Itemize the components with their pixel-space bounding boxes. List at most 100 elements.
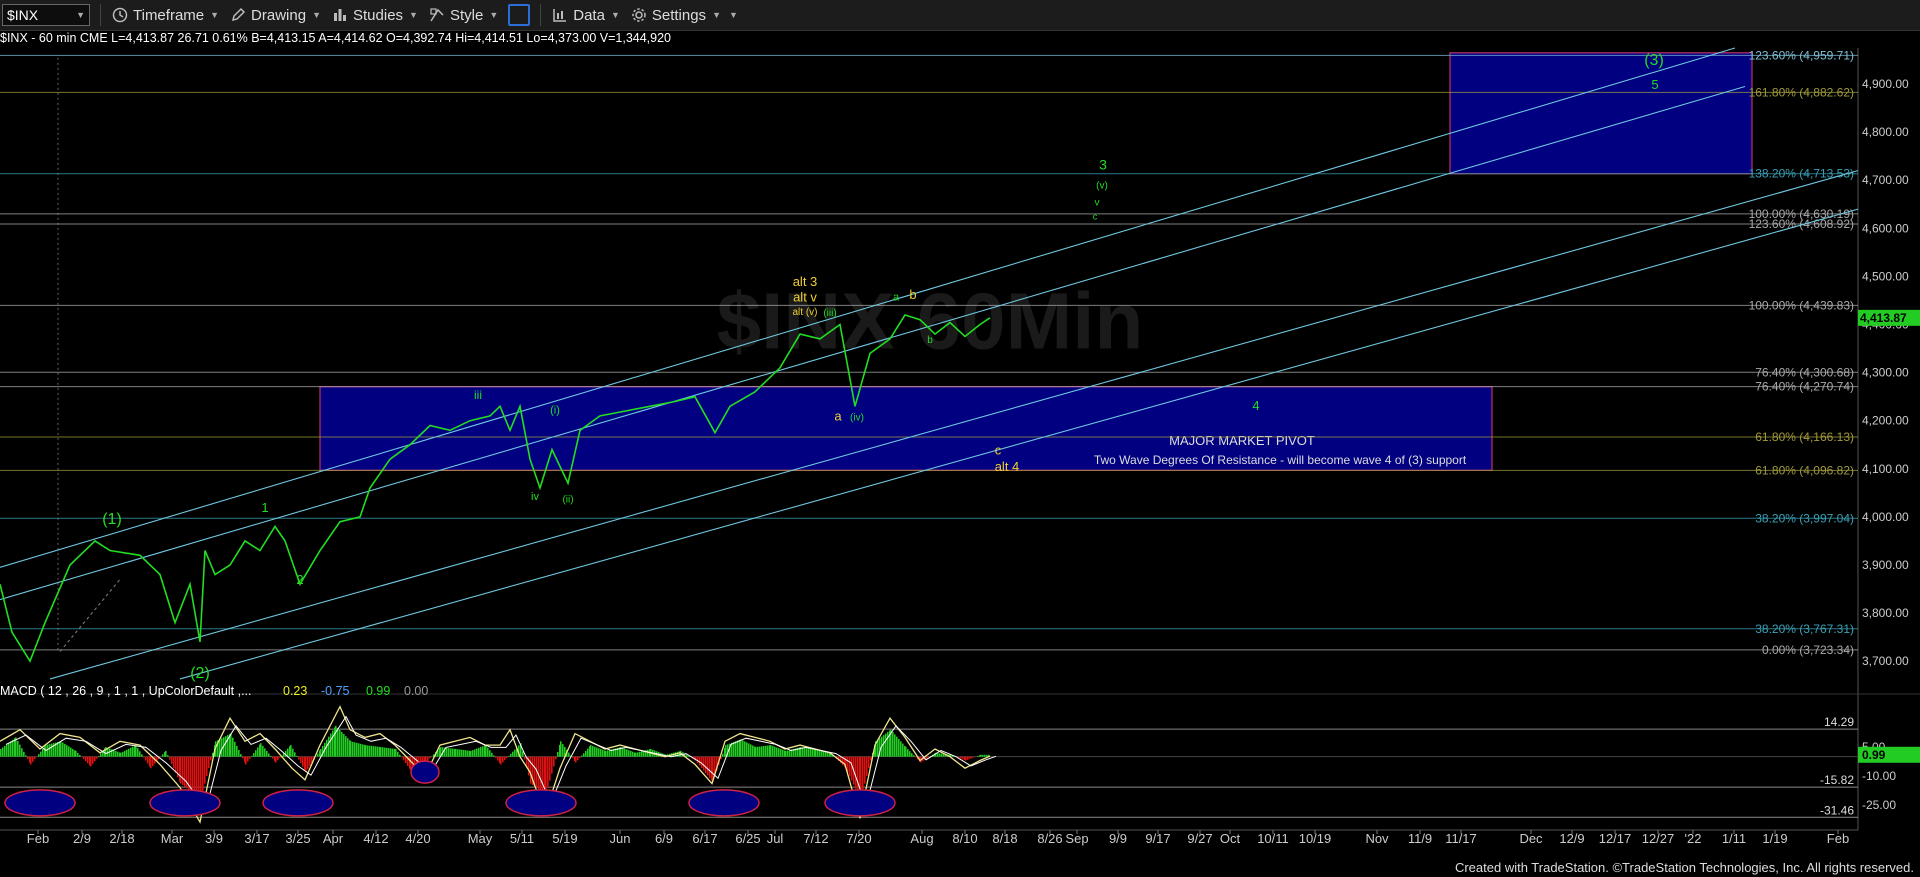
macd-histogram-bar bbox=[38, 754, 40, 757]
macd-histogram-bar bbox=[487, 747, 489, 757]
macd-histogram-bar bbox=[120, 752, 122, 757]
macd-histogram-bar bbox=[802, 747, 804, 757]
x-tick-label: 5/11 bbox=[510, 831, 534, 846]
wave-label: 2 bbox=[296, 572, 303, 587]
x-tick-label: 4/12 bbox=[363, 831, 388, 846]
macd-histogram-bar bbox=[62, 742, 64, 757]
trend-channel-line bbox=[0, 85, 1746, 601]
macd-histogram-bar bbox=[583, 753, 585, 757]
macd-histogram-bar bbox=[969, 756, 971, 759]
x-tick-label: Sep bbox=[1065, 831, 1088, 846]
macd-histogram-bar bbox=[540, 756, 542, 792]
macd-histogram-bar bbox=[343, 734, 345, 757]
macd-histogram-bar bbox=[100, 753, 102, 757]
macd-histogram-bar bbox=[429, 756, 431, 759]
macd-histogram-bar bbox=[624, 748, 626, 757]
macd-histogram-bar bbox=[392, 748, 394, 757]
macd-histogram-bar bbox=[909, 751, 911, 757]
wave-label: alt (v) bbox=[793, 307, 818, 318]
macd-histogram-bar bbox=[175, 756, 177, 773]
macd-histogram-bar bbox=[744, 741, 746, 757]
macd-histogram-bar bbox=[808, 748, 810, 757]
macd-histogram-bar bbox=[162, 754, 164, 757]
macd-histogram-bar bbox=[399, 754, 401, 757]
macd-histogram-bar bbox=[210, 756, 212, 761]
divergence-ellipse bbox=[505, 789, 577, 817]
resistance-box bbox=[1449, 52, 1753, 175]
macd-histogram-bar bbox=[709, 756, 711, 778]
macd-histogram-bar bbox=[66, 745, 68, 757]
macd-histogram-bar bbox=[560, 741, 562, 757]
macd-histogram-bar bbox=[962, 756, 964, 760]
macd-histogram-bar bbox=[377, 746, 379, 757]
x-tick-label: Feb bbox=[1827, 831, 1849, 846]
macd-histogram-bar bbox=[941, 753, 943, 757]
y-tick-label: 4,900.00 bbox=[1862, 77, 1909, 91]
macd-histogram-bar bbox=[401, 756, 403, 758]
macd-histogram-bar bbox=[752, 745, 754, 757]
macd-histogram-bar bbox=[350, 741, 352, 757]
macd-histogram-bar bbox=[21, 748, 23, 757]
macd-histogram-bar bbox=[92, 756, 94, 764]
macd-histogram-bar bbox=[737, 740, 739, 757]
macd-histogram-bar bbox=[596, 747, 598, 757]
macd-histogram-bar bbox=[360, 743, 362, 757]
macd-histogram-bar bbox=[25, 755, 27, 757]
macd-histogram-bar bbox=[292, 748, 294, 757]
macd-histogram-bar bbox=[868, 756, 870, 769]
y-tick-label: 4,800.00 bbox=[1862, 125, 1909, 139]
macd-histogram-bar bbox=[759, 746, 761, 757]
macd-histogram-bar bbox=[508, 755, 510, 757]
wave-label: c bbox=[1093, 212, 1098, 222]
macd-histogram-bar bbox=[748, 743, 750, 757]
wave-label: iii bbox=[474, 388, 482, 402]
macd-histogram-bar bbox=[497, 756, 499, 761]
y-tick-label: 3,800.00 bbox=[1862, 606, 1909, 620]
macd-histogram-bar bbox=[467, 750, 469, 757]
macd-histogram-bar bbox=[592, 745, 594, 757]
macd-histogram-bar bbox=[965, 756, 967, 761]
macd-histogram-bar bbox=[915, 756, 917, 758]
macd-histogram-bar bbox=[772, 745, 774, 757]
macd-histogram-bar bbox=[472, 750, 474, 757]
divergence-ellipse bbox=[262, 789, 334, 817]
macd-histogram-bar bbox=[855, 756, 857, 789]
y-tick-label: 4,000.00 bbox=[1862, 510, 1909, 524]
macd-histogram-bar bbox=[339, 729, 341, 757]
fib-level-label: 100.00% (4,439.83) bbox=[1749, 298, 1854, 312]
macd-histogram-bar bbox=[635, 752, 637, 757]
macd-histogram-bar bbox=[750, 744, 752, 757]
macd-histogram-bar bbox=[637, 752, 639, 757]
x-tick-label: '22 bbox=[1685, 831, 1702, 846]
x-tick-label: 12/27 bbox=[1642, 831, 1675, 846]
wave-label: a bbox=[893, 291, 900, 303]
macd-histogram-bar bbox=[551, 756, 553, 774]
macd-histogram-bar bbox=[602, 749, 604, 757]
x-tick-label: 5/19 bbox=[552, 831, 577, 846]
macd-histogram-bar bbox=[461, 749, 463, 757]
x-tick-label: Feb bbox=[27, 831, 49, 846]
x-tick-label: 9/27 bbox=[1187, 831, 1212, 846]
macd-histogram-bar bbox=[810, 748, 812, 757]
trend-channel-line bbox=[59, 579, 121, 652]
macd-histogram-bar bbox=[641, 751, 643, 757]
fib-level-label: 61.80% (4,096.82) bbox=[1755, 463, 1854, 477]
x-tick-label: 6/25 bbox=[735, 831, 760, 846]
macd-histogram-bar bbox=[787, 750, 789, 757]
macd-histogram-bar bbox=[639, 751, 641, 757]
macd-histogram-bar bbox=[0, 748, 2, 757]
macd-histogram-bar bbox=[362, 744, 364, 757]
macd-histogram-bar bbox=[577, 756, 579, 761]
macd-histogram-bar bbox=[382, 747, 384, 757]
macd-histogram-bar bbox=[506, 756, 508, 759]
macd-histogram-bar bbox=[395, 748, 397, 757]
macd-histogram-bar bbox=[757, 746, 759, 757]
chart-canvas[interactable]: $INX 60Min MAJOR MARKET PIVOT Two Wave De… bbox=[0, 0, 1920, 877]
macd-histogram-bar bbox=[64, 743, 66, 757]
macd-histogram-bar bbox=[782, 749, 784, 757]
macd-histogram-bar bbox=[240, 754, 242, 757]
fib-level-label: 123.60% (4,959.71) bbox=[1749, 48, 1854, 62]
macd-histogram-bar bbox=[2, 747, 4, 757]
macd-histogram-bar bbox=[448, 748, 450, 757]
macd-histogram-bar bbox=[68, 746, 70, 757]
